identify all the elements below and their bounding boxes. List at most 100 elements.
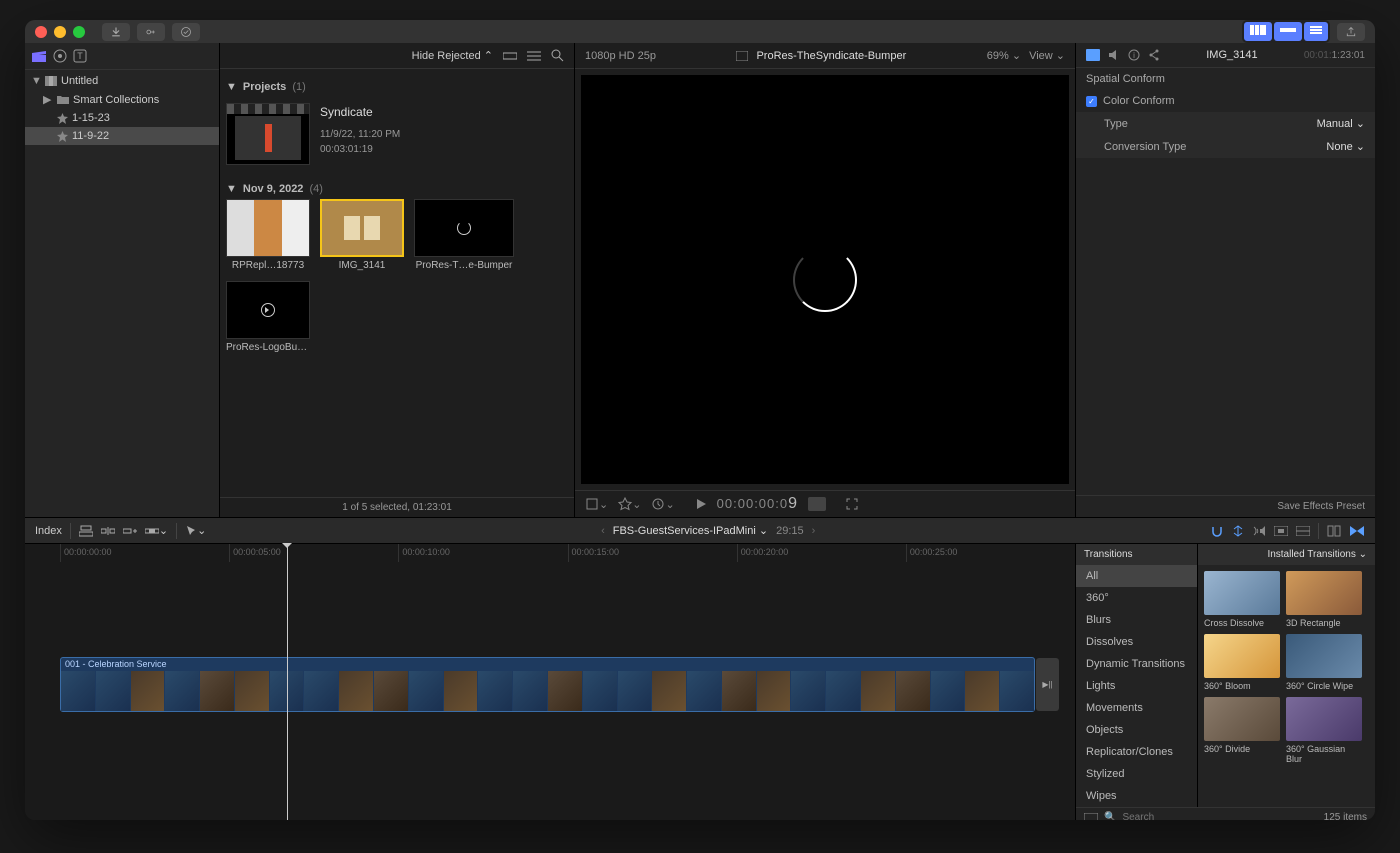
layout-sidebar-button[interactable] bbox=[1244, 22, 1272, 41]
transition-category[interactable]: Replicator/Clones bbox=[1076, 741, 1197, 763]
layout-inspector-button[interactable] bbox=[1304, 22, 1328, 41]
connect-clip-icon[interactable] bbox=[79, 525, 93, 537]
video-inspector-icon[interactable] bbox=[1086, 49, 1100, 61]
clip-thumbnail[interactable]: IMG_3141 bbox=[320, 199, 404, 271]
transition-category[interactable]: Stylized bbox=[1076, 763, 1197, 785]
snapping-icon[interactable] bbox=[1210, 525, 1224, 537]
sidebar-item[interactable]: 11-9-22 bbox=[25, 127, 219, 145]
transition-category[interactable]: 360° bbox=[1076, 587, 1197, 609]
titlebar bbox=[25, 20, 1375, 43]
clip-name: ProRes-LogoBumper bbox=[226, 342, 310, 353]
playhead[interactable] bbox=[287, 544, 288, 820]
clip-thumbnail[interactable]: RPRepl…18773 bbox=[226, 199, 310, 271]
proxy-icon[interactable] bbox=[736, 51, 748, 61]
effects-browser-icon[interactable] bbox=[1327, 525, 1341, 537]
transition-category[interactable]: Lights bbox=[1076, 675, 1197, 697]
overwrite-clip-icon[interactable]: ⌄ bbox=[145, 524, 168, 537]
transition-item[interactable]: 360° Gaussian Blur bbox=[1286, 697, 1362, 764]
transition-item[interactable]: 360° Divide bbox=[1204, 697, 1280, 764]
solo-icon[interactable] bbox=[1274, 526, 1288, 536]
transition-thumbnail bbox=[1286, 634, 1362, 678]
list-view-icon[interactable] bbox=[527, 50, 541, 62]
keyword-button[interactable] bbox=[137, 23, 165, 41]
property-value[interactable]: None ⌄ bbox=[1326, 140, 1365, 153]
clip-thumbnail[interactable]: ProRes-T…e-Bumper bbox=[414, 199, 514, 271]
import-button[interactable] bbox=[102, 23, 130, 41]
save-preset-button[interactable]: Save Effects Preset bbox=[1277, 501, 1365, 512]
share-inspector-icon[interactable] bbox=[1148, 49, 1160, 61]
project-date: 11/9/22, 11:20 PM bbox=[320, 127, 400, 142]
sidebar-item[interactable]: ▶Smart Collections bbox=[25, 90, 219, 109]
transition-item[interactable]: Cross Dissolve bbox=[1204, 571, 1280, 628]
photos-icon[interactable] bbox=[53, 49, 67, 63]
play-button[interactable] bbox=[695, 498, 707, 510]
select-tool-icon[interactable]: ⌄ bbox=[185, 524, 206, 537]
property-value[interactable]: Manual ⌄ bbox=[1317, 117, 1365, 130]
transition-item[interactable]: 3D Rectangle bbox=[1286, 571, 1362, 628]
clip-appearance-icon[interactable] bbox=[1296, 526, 1310, 536]
fullscreen-icon[interactable] bbox=[846, 498, 858, 510]
library-row[interactable]: ▼ Untitled bbox=[25, 72, 219, 90]
transitions-panel: Transitions All360°BlursDissolvesDynamic… bbox=[1075, 544, 1375, 820]
zoom-dropdown[interactable]: 69% ⌄ bbox=[987, 49, 1021, 62]
spatial-conform-header[interactable]: Spatial Conform bbox=[1076, 68, 1375, 90]
timeline-history-back[interactable]: ‹ bbox=[601, 525, 605, 537]
timeline-project-name[interactable]: FBS-GuestServices-IPadMini ⌄ bbox=[613, 524, 768, 537]
transitions-browser-icon[interactable] bbox=[1349, 525, 1365, 537]
retime-menu-icon[interactable]: ⌄ bbox=[651, 497, 674, 511]
share-button[interactable] bbox=[1337, 23, 1365, 41]
search-icon[interactable] bbox=[551, 49, 564, 62]
theme-filter-icon[interactable] bbox=[1084, 813, 1098, 821]
sidebar-item[interactable]: 1-15-23 bbox=[25, 109, 219, 127]
transition-category[interactable]: Wipes bbox=[1076, 785, 1197, 807]
audio-inspector-icon[interactable] bbox=[1108, 49, 1120, 61]
close-window[interactable] bbox=[35, 26, 47, 38]
timeline[interactable]: 00:00:00:0000:00:05:0000:00:10:0000:00:1… bbox=[25, 544, 1075, 820]
inspector-property-row[interactable]: Conversion TypeNone ⌄ bbox=[1076, 135, 1375, 158]
transition-thumbnail bbox=[1204, 634, 1280, 678]
timeline-toolbar: Index ⌄ ⌄ ‹ FBS-GuestServices-IPadMini ⌄… bbox=[25, 518, 1375, 544]
timeline-index-button[interactable]: Index bbox=[35, 525, 62, 537]
skimming-icon[interactable] bbox=[1232, 525, 1244, 537]
transition-category[interactable]: Movements bbox=[1076, 697, 1197, 719]
layout-timeline-button[interactable] bbox=[1274, 22, 1302, 41]
info-inspector-icon[interactable]: i bbox=[1128, 49, 1140, 61]
app-window: T ▼ Untitled ▶Smart Collections 1-15-23 … bbox=[25, 20, 1375, 820]
viewer-canvas[interactable] bbox=[581, 75, 1069, 484]
ruler-tick: 00:00:00:00 bbox=[60, 544, 229, 562]
transition-item[interactable]: 360° Bloom bbox=[1204, 634, 1280, 691]
clip-thumbnail[interactable]: ProRes-LogoBumper bbox=[226, 281, 310, 353]
timeline-ruler[interactable]: 00:00:00:0000:00:05:0000:00:10:0000:00:1… bbox=[25, 544, 1075, 562]
inspector-clip-name: IMG_3141 bbox=[1168, 49, 1296, 61]
inspector-property-row[interactable]: TypeManual ⌄ bbox=[1076, 112, 1375, 135]
audio-skim-icon[interactable] bbox=[1252, 525, 1266, 537]
append-clip-icon[interactable] bbox=[123, 525, 137, 537]
minimize-window[interactable] bbox=[54, 26, 66, 38]
view-dropdown[interactable]: View ⌄ bbox=[1029, 49, 1065, 62]
primary-storyline-clip[interactable]: 001 - Celebration Service ▶|| bbox=[60, 657, 1035, 712]
projects-section-header[interactable]: ▼ Projects (1) bbox=[226, 77, 568, 97]
event-section-header[interactable]: ▼ Nov 9, 2022 (4) bbox=[226, 179, 568, 199]
checkbox-checked-icon[interactable]: ✓ bbox=[1086, 96, 1097, 107]
transition-category[interactable]: Dissolves bbox=[1076, 631, 1197, 653]
transitions-grid-title[interactable]: Installed Transitions ⌄ bbox=[1267, 549, 1367, 560]
transform-tool-icon[interactable]: ⌄ bbox=[585, 497, 608, 511]
project-card[interactable]: Syndicate 11/9/22, 11:20 PM 00:03:01:19 bbox=[226, 103, 568, 165]
transition-category[interactable]: Objects bbox=[1076, 719, 1197, 741]
timeline-history-forward[interactable]: › bbox=[812, 525, 816, 537]
filter-dropdown[interactable]: Hide Rejected ⌃ bbox=[412, 49, 493, 62]
transition-item[interactable]: 360° Circle Wipe bbox=[1286, 634, 1362, 691]
transitions-search-input[interactable] bbox=[1122, 812, 1317, 820]
track-area[interactable]: 001 - Celebration Service ▶|| bbox=[25, 562, 1075, 820]
color-conform-row[interactable]: ✓ Color Conform bbox=[1076, 90, 1375, 112]
titles-sidebar-icon[interactable]: T bbox=[73, 49, 87, 63]
transition-category[interactable]: All bbox=[1076, 565, 1197, 587]
filmstrip-view-icon[interactable] bbox=[503, 50, 517, 62]
transition-category[interactable]: Blurs bbox=[1076, 609, 1197, 631]
background-tasks-button[interactable] bbox=[172, 23, 200, 41]
transition-category[interactable]: Dynamic Transitions bbox=[1076, 653, 1197, 675]
enhance-menu-icon[interactable]: ⌄ bbox=[618, 497, 641, 511]
clapper-icon[interactable] bbox=[31, 49, 47, 63]
insert-clip-icon[interactable] bbox=[101, 525, 115, 537]
zoom-window[interactable] bbox=[73, 26, 85, 38]
